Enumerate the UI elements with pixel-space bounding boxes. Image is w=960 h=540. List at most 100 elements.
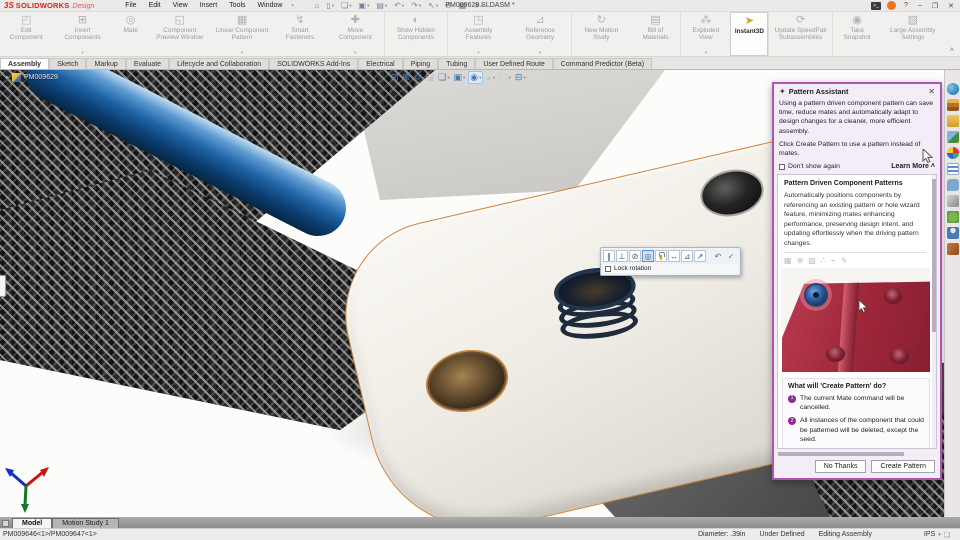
perpendicular-mate-icon[interactable]: ⊥	[616, 250, 628, 262]
tab-command-predictor-beta[interactable]: Command Predictor (Beta)	[552, 58, 653, 69]
restore-button[interactable]: ❐	[930, 2, 940, 10]
solidworks-forum-icon[interactable]	[946, 179, 959, 191]
attach-icon[interactable]: ✇	[442, 1, 455, 10]
close-button[interactable]: ✕	[946, 2, 956, 10]
menu-file[interactable]: File	[120, 1, 141, 10]
coincident-mate-icon[interactable]: ∥	[603, 250, 615, 262]
linear-component-pattern-button[interactable]: ▦ Linear Component Pattern ▾	[211, 12, 273, 56]
redo-icon[interactable]: ↷ ▾	[408, 1, 424, 10]
lock-mate-icon[interactable]: ▮	[655, 250, 667, 262]
collapse-caret-icon[interactable]: ˄	[931, 163, 935, 170]
tab-lifecycle-and-collaboration[interactable]: Lifecycle and Collaboration	[169, 58, 270, 69]
exploded-view-button[interactable]: ⁂ Exploded View ▾	[680, 12, 730, 56]
add-ins-icon[interactable]	[946, 211, 959, 223]
insert-components-button[interactable]: ⊞ Insert Components ▾	[52, 12, 112, 56]
undo-icon[interactable]: ↶ ▾	[391, 1, 407, 10]
view-palette-icon[interactable]	[946, 131, 959, 143]
smart-fasteners-button[interactable]: ↯ Smart Fasteners	[273, 12, 327, 56]
custom-task-pane-icon[interactable]	[946, 243, 959, 255]
accept-mate-icon[interactable]: ✓	[725, 250, 737, 262]
tab-solidworks-add-ins[interactable]: SOLIDWORKS Add-Ins	[269, 58, 359, 69]
tab-user-defined-route[interactable]: User Defined Route	[475, 58, 553, 69]
save-icon[interactable]: ▣ ▾	[356, 1, 373, 10]
edit-component-button[interactable]: ◰ Edit Component	[0, 12, 52, 56]
appearances-scenes-icon[interactable]	[946, 147, 959, 159]
new-document-icon[interactable]: ▯ ▾	[323, 1, 337, 10]
bill-of-materials-button[interactable]: ▤ Bill of Materials	[630, 12, 680, 56]
home-icon[interactable]: ⌂	[312, 1, 323, 10]
tab-electrical[interactable]: Electrical	[358, 58, 403, 69]
feature-tree-flyout[interactable]: ▸ PM009629	[6, 73, 58, 82]
open-icon[interactable]: ❏ ▾	[338, 1, 354, 10]
learn-more-panel[interactable]: Pattern Driven Component Patterns Automa…	[777, 174, 937, 449]
section-view-icon[interactable]: ◪	[425, 72, 436, 83]
reference-geometry-button[interactable]: ⊿ Reference Geometry ▾	[509, 12, 571, 56]
print-icon[interactable]: ▤ ▾	[373, 1, 390, 10]
menu-edit[interactable]: Edit	[144, 1, 166, 10]
assembly-features-button[interactable]: ◳ Assembly Features ▾	[447, 12, 509, 56]
no-thanks-button[interactable]: No Thanks	[814, 460, 867, 473]
create-pattern-button[interactable]: Create Pattern	[871, 460, 935, 473]
take-snapshot-button[interactable]: ◉ Take Snapshot	[831, 12, 882, 56]
mate-button[interactable]: ◎ Mate	[113, 12, 149, 56]
zoom-to-fit-icon[interactable]: ⊡	[390, 72, 400, 83]
user-avatar[interactable]	[887, 1, 897, 10]
hide-show-items-icon[interactable]: ◉ ▾	[468, 71, 484, 84]
user-community-icon[interactable]	[946, 227, 959, 239]
vertical-scrollbar[interactable]	[932, 175, 936, 448]
instant3d-button[interactable]: ➤ Instant3D	[730, 12, 769, 56]
zoom-to-area-icon[interactable]: ⊞	[402, 72, 412, 83]
distance-mate-icon[interactable]: ↔	[668, 250, 680, 262]
ribbon-collapse-icon[interactable]: ˄	[944, 47, 960, 56]
scrollbar-thumb[interactable]	[932, 179, 936, 332]
expand-arrow-icon[interactable]: ▸	[6, 74, 9, 81]
previous-view-icon[interactable]: ↺	[413, 72, 423, 83]
select-icon[interactable]: ↖ ▾	[425, 1, 441, 10]
unit-system-selector[interactable]: IPS ▾ ❏	[924, 531, 950, 539]
new-motion-study-button[interactable]: ↻ New Motion Study	[571, 12, 630, 56]
pack-and-go-icon[interactable]	[946, 195, 959, 207]
file-explorer-icon[interactable]	[946, 115, 959, 127]
window-layout-icon[interactable]	[2, 520, 9, 527]
tab-tubing[interactable]: Tubing	[438, 58, 476, 69]
command-search-icon[interactable]: >_	[871, 1, 882, 10]
angle-mate-icon[interactable]: ⊿	[681, 250, 693, 262]
menu-window[interactable]: Window	[253, 1, 288, 10]
show-hidden-components-button[interactable]: ◐ Show Hidden Components	[383, 12, 447, 56]
view-settings-icon[interactable]: ⊟ ▾	[514, 72, 527, 83]
file-properties-icon[interactable]: ▦	[456, 1, 470, 10]
tab-assembly[interactable]: Assembly	[0, 58, 50, 69]
menu-insert[interactable]: Insert	[195, 1, 223, 10]
undo-icon[interactable]: ↶	[712, 250, 724, 262]
display-style-icon[interactable]: ▣ ▾	[453, 72, 467, 83]
large-assembly-settings-button[interactable]: ▧ Large Assembly Settings	[882, 12, 944, 56]
concentric-mate-icon[interactable]: ◎	[642, 250, 654, 262]
edit-appearance-icon[interactable]: ● ▾	[485, 73, 496, 83]
lock-rotation-checkbox[interactable]	[605, 265, 611, 272]
help-icon[interactable]: ?	[902, 2, 910, 9]
component-preview-window-button[interactable]: ◱ Component Preview Window	[149, 12, 211, 56]
tab-evaluate[interactable]: Evaluate	[125, 58, 170, 69]
apply-scene-icon[interactable]: ▢ ▾	[498, 72, 512, 83]
pin-icon[interactable]: ▪	[291, 3, 293, 9]
dont-show-again-checkbox[interactable]	[779, 163, 785, 170]
view-orientation-icon[interactable]: ❑ ▾	[437, 72, 450, 83]
update-speedpak-subassemblies-button[interactable]: ⟳ Update SpeedPak Subassemblies	[768, 12, 831, 56]
motion-study-tab[interactable]: Motion Study 1	[52, 518, 119, 528]
model-tab[interactable]: Model	[12, 518, 53, 528]
spring-component[interactable]	[551, 263, 645, 351]
dialog-header[interactable]: ✦ Pattern Assistant ✕	[774, 84, 940, 98]
tab-sketch[interactable]: Sketch	[49, 58, 87, 69]
learn-more-link[interactable]: Learn More ˄	[891, 163, 935, 170]
minimize-button[interactable]: –	[916, 2, 924, 9]
tags-icon[interactable]: ❏	[944, 531, 950, 539]
options-icon[interactable]: ✳ ▾	[470, 1, 486, 10]
close-icon[interactable]: ✕	[928, 87, 935, 96]
menu-tools[interactable]: Tools	[224, 1, 250, 10]
feature-manager-flyout-tab[interactable]	[0, 275, 6, 297]
custom-properties-icon[interactable]	[946, 163, 959, 175]
tab-piping[interactable]: Piping	[402, 58, 439, 69]
menu-view[interactable]: View	[168, 1, 193, 10]
open-property-manager-icon[interactable]: ↗	[694, 250, 706, 262]
solidworks-resources-icon[interactable]	[946, 83, 959, 95]
